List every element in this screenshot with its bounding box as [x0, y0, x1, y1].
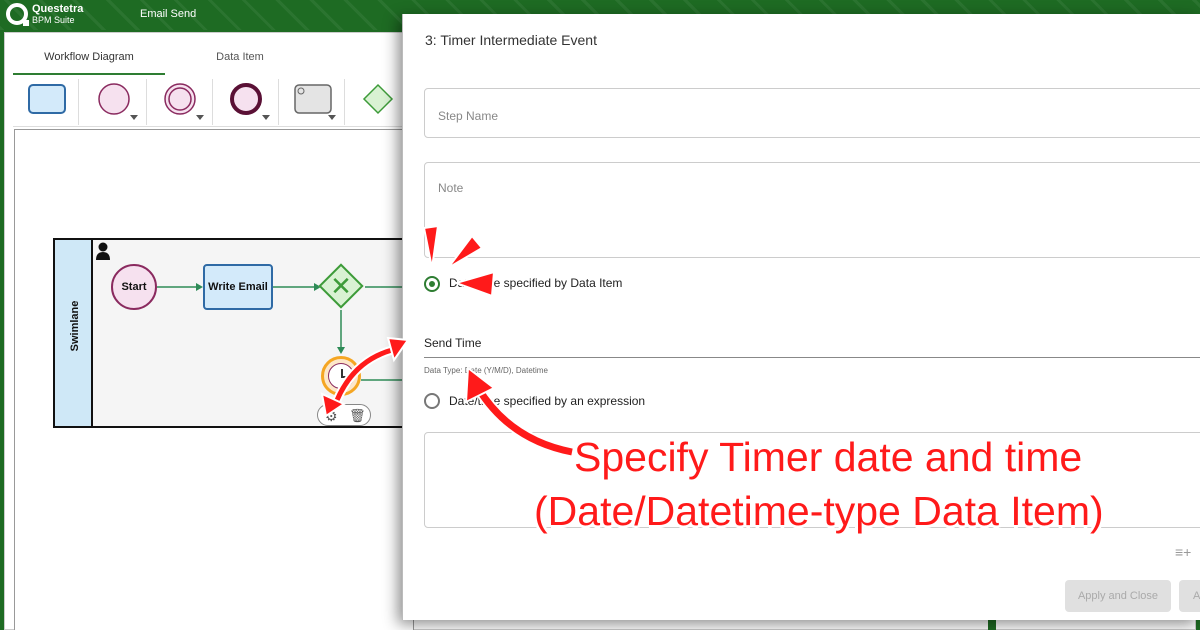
start-event[interactable]: Start [111, 264, 157, 310]
brand-name: Questetra [32, 3, 84, 15]
annotation-callout-line2: (Date/Datetime-type Data Item) [534, 488, 1104, 534]
gear-icon[interactable]: ⚙ [325, 408, 338, 424]
process-name[interactable]: Email Send [140, 8, 196, 20]
dialog-title: 3: Timer Intermediate Event [425, 32, 597, 48]
chevron-down-icon[interactable] [328, 115, 336, 120]
send-time-select[interactable]: Send Time [424, 332, 1200, 358]
palette-start-event-tool[interactable] [81, 79, 147, 125]
editor-tabs: Workflow Diagram Data Item [13, 43, 413, 75]
apply-and-close-button[interactable]: Apply and Close [1065, 580, 1171, 612]
step-name-placeholder: Step Name [438, 109, 499, 123]
apply-button[interactable]: Apply [1179, 580, 1200, 612]
palette-task-tool[interactable] [13, 79, 79, 125]
note-field[interactable]: Note [424, 162, 1200, 258]
tab-data-item[interactable]: Data Item [165, 43, 315, 75]
note-placeholder: Note [438, 181, 464, 195]
tab-workflow-diagram[interactable]: Workflow Diagram [13, 43, 165, 75]
shape-palette [13, 79, 413, 127]
trash-icon[interactable]: 🗑 [349, 408, 366, 424]
send-time-value: Send Time [424, 336, 482, 350]
radio-data-item-label[interactable]: Date/time specified by Data Item [449, 276, 622, 290]
diagram-canvas[interactable]: Swimlane Start Write Email ✕ ⚙ 🗑 [14, 129, 414, 630]
data-type-helper: Data Type: Date (Y/M/D), Datetime [424, 366, 548, 375]
task-tool-icon [28, 84, 66, 114]
timer-intermediate-event[interactable] [321, 356, 361, 396]
step-name-field[interactable]: Step Name [424, 88, 1200, 138]
palette-intermediate-event-tool[interactable] [147, 79, 213, 125]
radio-expression-label[interactable]: Date/time specified by an expression [449, 394, 645, 408]
chevron-down-icon[interactable] [130, 115, 138, 120]
swimlane-pool[interactable]: Swimlane Start Write Email ✕ ⚙ 🗑 [53, 238, 413, 428]
add-list-icon[interactable]: ≡+ [1175, 544, 1191, 560]
chevron-down-icon[interactable] [196, 115, 204, 120]
palette-subprocess-tool[interactable] [279, 79, 345, 125]
write-email-task[interactable]: Write Email [203, 264, 273, 310]
chevron-down-icon[interactable] [262, 115, 270, 120]
radio-expression[interactable] [424, 393, 440, 409]
radio-data-item[interactable] [424, 276, 440, 292]
clock-icon [328, 363, 354, 389]
annotation-callout-line1: Specify Timer date and time [574, 434, 1083, 480]
brand-subtitle: BPM Suite [32, 15, 75, 25]
palette-end-event-tool[interactable] [213, 79, 279, 125]
close-x-icon: ✕ [330, 271, 352, 301]
element-mini-toolbar: ⚙ 🗑 [317, 404, 371, 426]
questetra-logo-icon [6, 3, 29, 26]
